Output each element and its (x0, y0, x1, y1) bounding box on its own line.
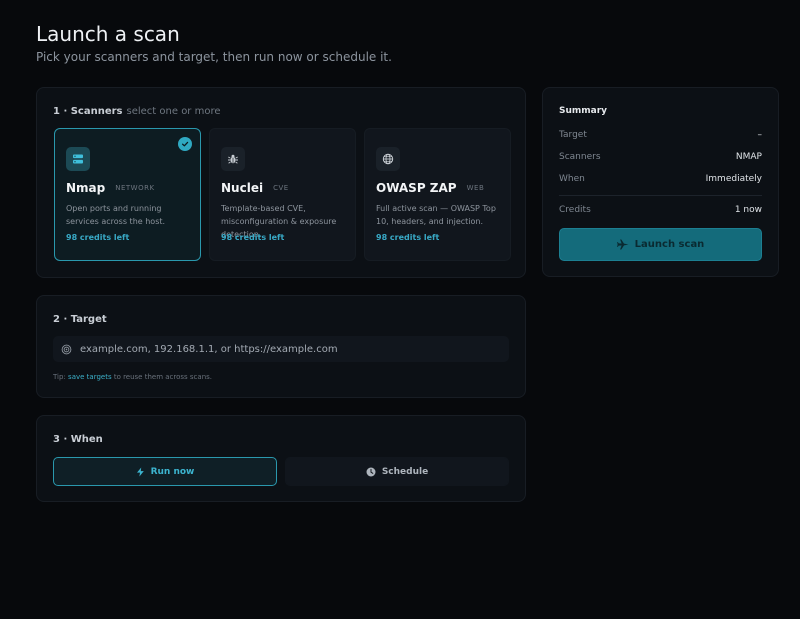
scanner-description: Open ports and running services across t… (66, 204, 166, 226)
save-targets-link[interactable]: save targets (68, 373, 112, 381)
lightning-icon (136, 467, 145, 477)
summary-scanners-row: Scanners NMAP (559, 152, 762, 162)
scanner-tag: NETWORK (115, 184, 155, 192)
summary-panel: Summary Target – Scanners NMAP When Imme… (542, 87, 779, 277)
target-heading: 2 · Target (53, 314, 107, 325)
summary-title: Summary (559, 106, 608, 116)
scanner-description: Full active scan — OWASP Top 10, headers… (376, 204, 496, 226)
bug-icon (221, 147, 245, 171)
scanners-heading: 1 · Scanners select one or more (53, 106, 221, 117)
plane-icon (616, 239, 629, 250)
scanner-card-nmap[interactable]: Nmap NETWORK Open ports and running servi… (54, 128, 201, 261)
scanner-name-text: Nuclei (221, 181, 264, 195)
target-input[interactable] (72, 336, 509, 362)
scanner-tag: CVE (273, 184, 289, 192)
summary-credits-value: 1 now (734, 205, 762, 215)
schedule-button[interactable]: Schedule (285, 457, 509, 486)
summary-scanners-value: NMAP (735, 152, 762, 162)
scanner-name: Nuclei CVE (221, 181, 289, 195)
scanners-panel: 1 · Scanners select one or more Nmap NETWO… (36, 87, 526, 278)
when-panel: 3 · When Run now Schedule (36, 415, 526, 502)
scanner-tag: WEB (466, 184, 485, 192)
when-heading: 3 · When (53, 434, 103, 445)
page-subtitle: Pick your scanners and target, then run … (36, 50, 392, 64)
summary-credits-row: Credits 1 now (559, 205, 762, 215)
tip-suffix: to reuse them across scans. (111, 373, 213, 381)
scanner-credits: 98 credits left (66, 233, 130, 242)
target-input-wrap[interactable] (53, 336, 509, 362)
summary-credits-label: Credits (559, 205, 591, 215)
scanner-name: Nmap NETWORK (66, 181, 155, 195)
check-icon (178, 137, 192, 151)
server-icon (66, 147, 90, 171)
clock-icon (366, 467, 376, 477)
summary-when-label: When (559, 174, 585, 184)
summary-when-value: Immediately (705, 174, 762, 184)
summary-scanners-label: Scanners (559, 152, 601, 162)
summary-divider (559, 195, 762, 196)
summary-target-row: Target – (559, 130, 762, 140)
target-icon (61, 344, 72, 355)
target-tip: Tip: save targets to reuse them across s… (53, 373, 212, 381)
scanner-credits: 98 credits left (221, 233, 285, 242)
run-now-button[interactable]: Run now (53, 457, 277, 486)
page-title: Launch a scan (36, 22, 180, 46)
scanner-name-text: Nmap (66, 181, 106, 195)
scanner-card-owasp-zap[interactable]: OWASP ZAP WEB Full active scan — OWASP To… (364, 128, 511, 261)
scanner-credits: 98 credits left (376, 233, 440, 242)
summary-target-label: Target (559, 130, 587, 140)
scanner-name-text: OWASP ZAP (376, 181, 457, 195)
target-panel: 2 · Target Tip: save targets to reuse th… (36, 295, 526, 398)
summary-target-value: – (757, 130, 763, 140)
scanners-heading-label: 1 · Scanners (53, 106, 123, 117)
launch-scan-button[interactable]: Launch scan (559, 228, 762, 261)
schedule-label: Schedule (381, 466, 429, 477)
launch-scan-label: Launch scan (634, 239, 705, 250)
scanner-card-nuclei[interactable]: Nuclei CVE Template-based CVE, misconfigu… (209, 128, 356, 261)
tip-prefix: Tip: (53, 373, 69, 381)
summary-when-row: When Immediately (559, 174, 762, 184)
run-now-label: Run now (150, 466, 195, 477)
scanner-name: OWASP ZAP WEB (376, 181, 484, 195)
scanners-hint: select one or more (126, 106, 221, 117)
globe-icon (376, 147, 400, 171)
